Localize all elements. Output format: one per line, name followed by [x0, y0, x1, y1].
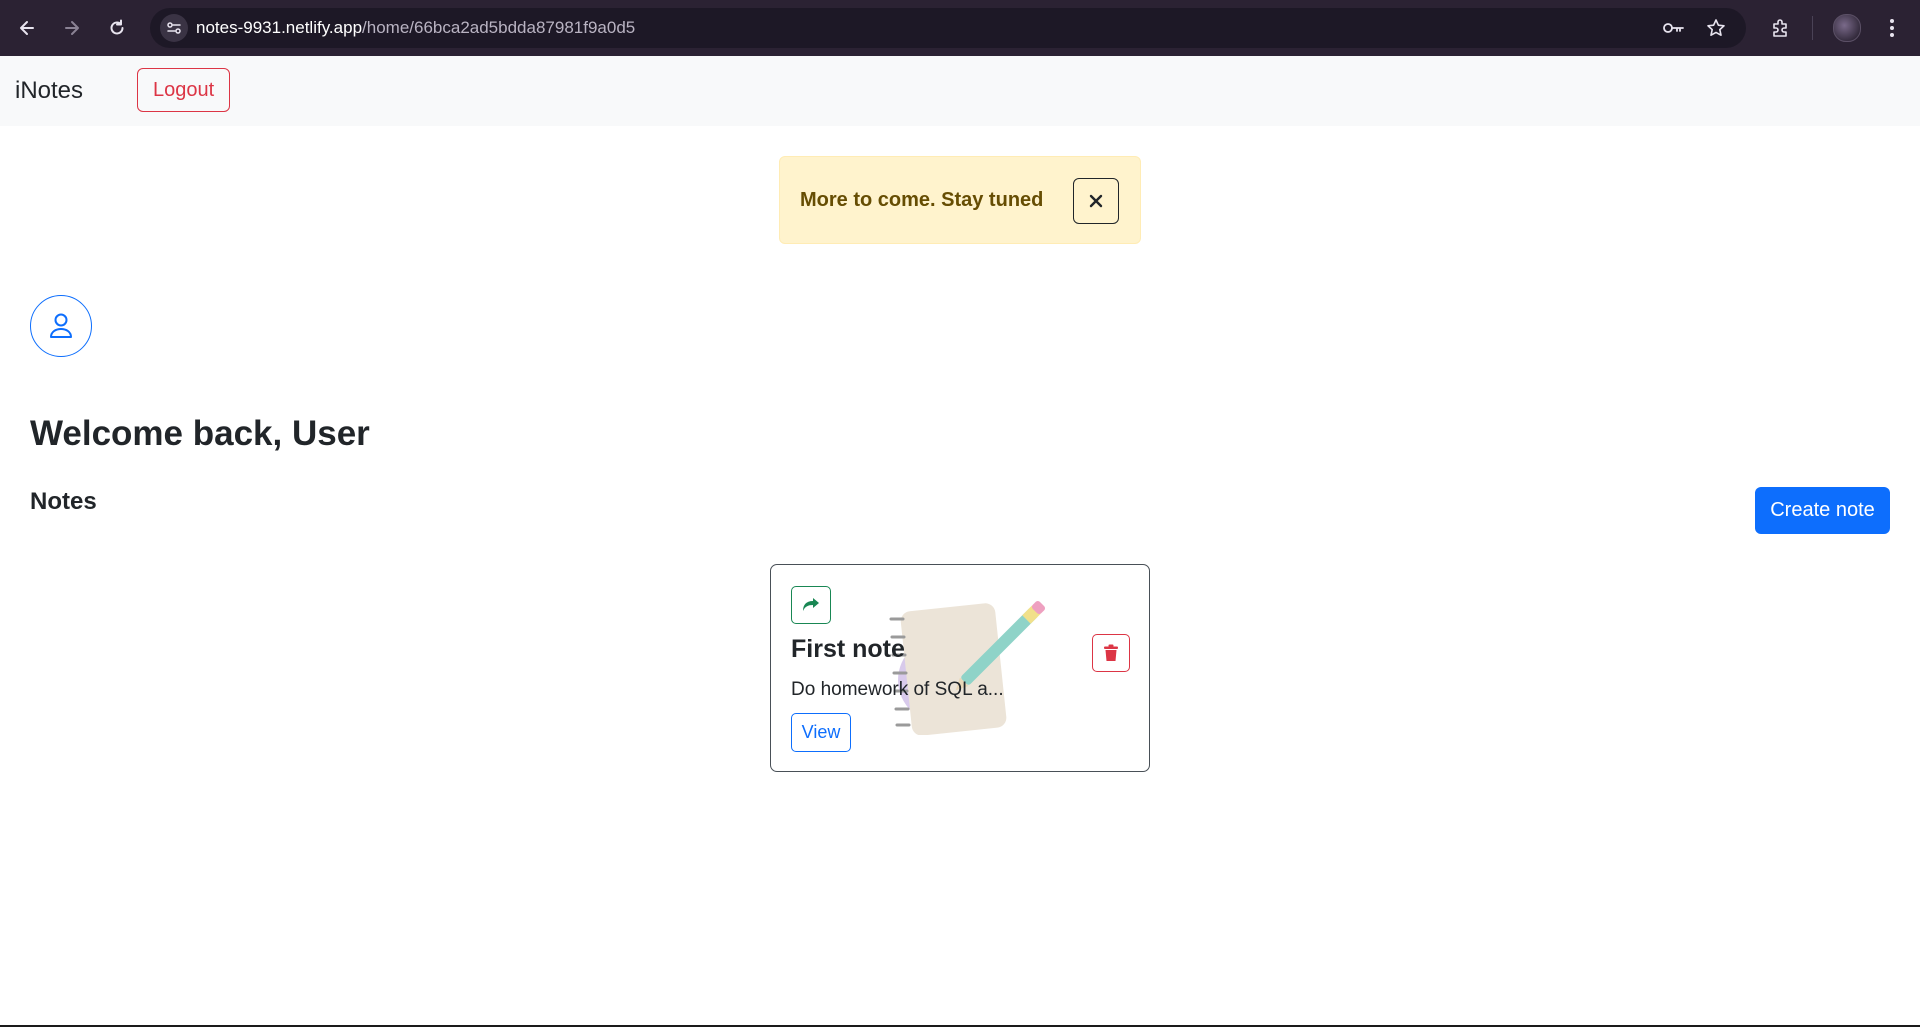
create-note-button[interactable]: Create note — [1755, 487, 1890, 534]
note-preview: Do homework of SQL a... — [791, 679, 1004, 700]
note-card: First note Do homework of SQL a... View — [770, 564, 1150, 772]
site-info-icon[interactable] — [160, 14, 188, 42]
close-icon — [1089, 194, 1103, 208]
user-icon — [50, 313, 72, 338]
menu-icon[interactable] — [1876, 12, 1908, 44]
profile-icon[interactable] — [1831, 12, 1863, 44]
url-host: notes-9931.netlify.app — [196, 18, 363, 37]
back-icon[interactable] — [13, 14, 41, 42]
delete-note-button[interactable] — [1092, 634, 1130, 672]
brand-link[interactable]: iNotes — [15, 56, 83, 126]
share-icon — [803, 598, 819, 611]
address-bar[interactable]: notes-9931.netlify.app/home/66bca2ad5bdd… — [150, 8, 1746, 48]
trash-icon — [1104, 644, 1118, 661]
reload-icon[interactable] — [103, 14, 131, 42]
extensions-icon[interactable] — [1765, 12, 1797, 44]
info-alert: More to come. Stay tuned — [779, 156, 1141, 244]
notes-heading: Notes — [30, 488, 97, 515]
key-icon[interactable] — [1662, 16, 1686, 40]
forward-icon[interactable] — [58, 14, 86, 42]
toolbar-divider — [1812, 16, 1813, 40]
url-text: notes-9931.netlify.app/home/66bca2ad5bdd… — [196, 8, 635, 48]
browser-toolbar: notes-9931.netlify.app/home/66bca2ad5bdd… — [0, 0, 1920, 56]
star-icon[interactable] — [1704, 16, 1728, 40]
alert-close-button[interactable] — [1073, 178, 1119, 224]
profile-avatar — [1833, 14, 1861, 42]
url-path: /home/66bca2ad5bdda87981f9a0d5 — [362, 18, 636, 37]
alert-message: More to come. Stay tuned — [800, 189, 1044, 211]
note-title: First note — [791, 635, 905, 663]
profile-button[interactable] — [30, 295, 92, 357]
share-note-button[interactable] — [791, 586, 831, 624]
welcome-heading: Welcome back, User — [30, 414, 370, 453]
logout-button[interactable]: Logout — [137, 68, 231, 112]
app-navbar: iNotes Logout — [0, 56, 1920, 126]
view-note-button[interactable]: View — [791, 713, 851, 752]
